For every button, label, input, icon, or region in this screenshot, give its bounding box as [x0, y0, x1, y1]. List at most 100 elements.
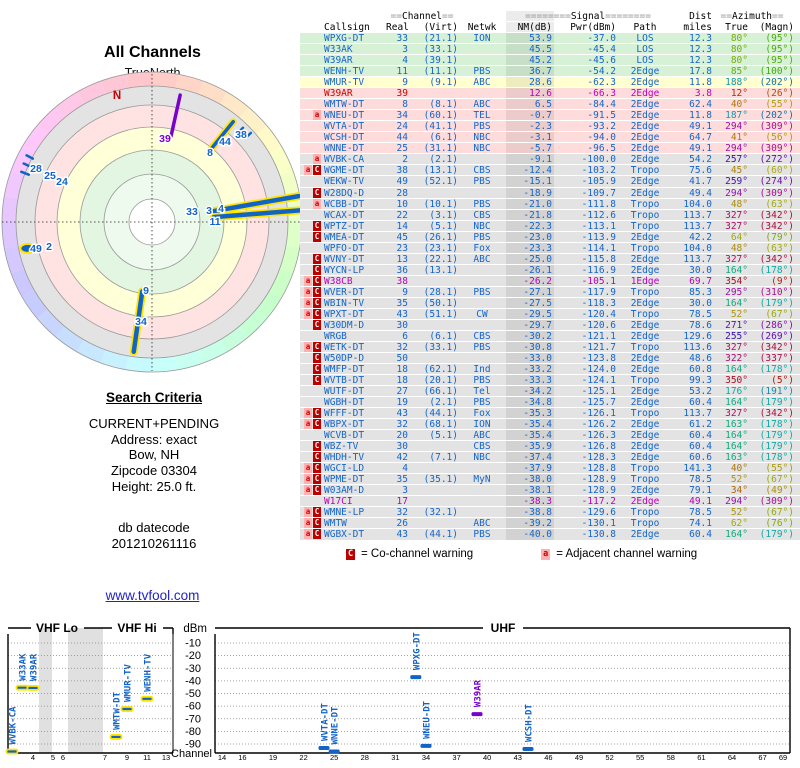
cell-callsign: WGME-DT: [324, 165, 365, 177]
cell-azimuth-true: 164°: [725, 264, 748, 276]
table-row: C WYCN-LP 36 (13.1) -26.1 -116.9 2Edge 30.0 164°…: [300, 264, 800, 276]
cell-real-channel: 18: [396, 375, 408, 387]
cell-network: Ind: [473, 364, 491, 375]
cell-azimuth-magnetic: (179°): [759, 529, 794, 541]
cell-miles: 78.5: [689, 308, 712, 320]
channel-tick-label: 4: [31, 753, 35, 762]
channel-tick-label: 31: [391, 753, 399, 762]
cell-real-channel: 10: [396, 198, 408, 210]
group-header-text: ==: [772, 11, 784, 22]
dbm-tick-label: -30: [185, 663, 201, 675]
cell-pwr-dbm: -126.2: [581, 419, 616, 431]
cell-pwr-dbm: -45.4: [587, 44, 616, 56]
station-callsign-label: WNEU-DT: [423, 700, 433, 739]
cell-azimuth-magnetic: (337°): [759, 352, 794, 364]
cell-azimuth-true: 294°: [725, 143, 748, 155]
cell-nm-db: 6.5: [534, 99, 552, 111]
channel-tick-label: 58: [667, 753, 675, 762]
cell-callsign: W39AR: [324, 88, 353, 100]
adjacent-channel-warning-icon: a: [304, 419, 312, 430]
warning-markers: C: [300, 264, 321, 276]
table-row: a C WMNE-LP 32 (32.1) -38.8 -129.6 Tropo 78.5 52°…: [300, 507, 800, 519]
group-header-text: ==: [720, 11, 732, 22]
table-row: W39AR 39 12.6 -66.3 2Edge 3.8 12° (26°): [300, 88, 800, 100]
cell-azimuth-true: 52°: [730, 474, 748, 486]
cell-nm-db: -34.2: [523, 386, 552, 398]
warning-markers: aC: [300, 474, 321, 485]
cell-network: ION: [473, 33, 491, 45]
cell-real-channel: 43: [396, 308, 408, 320]
station-callsign-label: WCSH-DT: [525, 704, 535, 743]
cell-real-channel: 14: [396, 220, 408, 232]
cell-callsign: WPXG-DT: [324, 33, 365, 45]
warning-markers: aC: [300, 463, 321, 474]
cell-real-channel: 35: [396, 297, 408, 309]
cell-path: Tropo: [630, 463, 660, 475]
channel-tick-label: 55: [636, 753, 644, 762]
cell-nm-db: -9.1: [529, 154, 552, 166]
cell-path: 2Edge: [630, 66, 660, 78]
station-signal-mark: [140, 695, 154, 702]
co-channel-warning-icon: C: [313, 165, 321, 176]
cell-azimuth-true: 327°: [725, 253, 748, 265]
warning-markers: C: [300, 253, 321, 265]
cell-azimuth-magnetic: (179°): [759, 397, 794, 409]
table-row: C WMFP-DT 18 (62.1) Ind -33.2 -124.0 2Edge 60.8 1…: [300, 364, 800, 376]
cell-network: Tel: [473, 386, 491, 398]
co-channel-warning-icon: C: [313, 264, 321, 275]
cell-pwr-dbm: -113.9: [581, 231, 616, 243]
cell-azimuth-true: 327°: [725, 209, 748, 221]
cell-miles: 78.5: [689, 507, 712, 519]
cell-virtual-channel: (33.1): [423, 341, 458, 353]
cell-callsign: W17CI: [324, 496, 353, 508]
table-row: a C WMTW 26 ABC -39.2 -130.1 Tropo 74.1 62° (76°): [300, 518, 800, 530]
table-row: a C W03AM-D 3 -38.1 -128.9 2Edge 79.1 34° (49°): [300, 485, 800, 497]
station-signal-mark: [26, 685, 40, 691]
cell-path: 2Edge: [630, 88, 660, 100]
co-channel-warning-icon: C: [313, 253, 321, 264]
cell-callsign: WVTA-DT: [324, 121, 365, 133]
channel-tick-label: 5: [51, 753, 55, 762]
cell-path: Tropo: [630, 375, 660, 387]
cell-virtual-channel: (39.1): [423, 55, 458, 67]
cell-path: 2Edge: [630, 99, 660, 111]
adjacent-channel-warning-icon: a: [304, 165, 312, 176]
cell-virtual-channel: (51.1): [423, 308, 458, 320]
cell-path: Tropo: [630, 242, 660, 254]
channel-tick-label: 16: [238, 753, 246, 762]
cell-nm-db: -34.8: [523, 397, 552, 409]
table-body: WPXG-DT 33 (21.1) ION 53.9 -37.0 LOS 12.3 80° (95…: [300, 33, 800, 541]
cell-callsign: WNEU-DT: [324, 110, 365, 122]
cell-real-channel: 36: [396, 264, 408, 276]
cell-virtual-channel: (10.1): [423, 198, 458, 210]
cell-azimuth-true: 176°: [725, 386, 748, 398]
cell-azimuth-magnetic: (202°): [759, 77, 794, 89]
cell-callsign: WGBH-DT: [324, 397, 365, 409]
cell-miles: 113.7: [683, 220, 712, 232]
cell-path: 2Edge: [630, 397, 660, 409]
cell-pwr-dbm: -121.7: [581, 341, 616, 353]
co-channel-warning-icon: C: [313, 441, 321, 452]
co-channel-warning-icon: C: [313, 419, 321, 430]
cell-pwr-dbm: -115.8: [581, 253, 616, 265]
cell-path: 2Edge: [630, 231, 660, 243]
dbm-tick-label: -50: [185, 688, 201, 700]
cell-network: PBS: [473, 121, 491, 133]
tvfool-link[interactable]: www.tvfool.com: [106, 588, 200, 603]
cell-real-channel: 32: [396, 419, 408, 431]
cell-azimuth-magnetic: (60°): [765, 165, 794, 177]
cell-miles: 12.3: [689, 55, 712, 67]
table-row: WEKW-TV 49 (52.1) PBS -15.1 -105.9 2Edge 41.7 25…: [300, 176, 800, 188]
cell-azimuth-magnetic: (178°): [759, 364, 794, 375]
cell-path: 2Edge: [630, 441, 660, 453]
cell-network: CW: [476, 308, 488, 320]
warning-markers: C: [300, 441, 321, 452]
cell-azimuth-magnetic: (286°): [759, 319, 794, 331]
group-header-signal: ========Signal========: [506, 11, 670, 22]
cell-real-channel: 18: [396, 364, 408, 375]
co-channel-warning-icon: C: [313, 187, 321, 198]
cell-azimuth-true: 45°: [730, 165, 748, 177]
cell-virtual-channel: (31.1): [423, 143, 458, 155]
warning-markers: aC: [300, 529, 321, 540]
cell-nm-db: -22.3: [523, 220, 552, 232]
